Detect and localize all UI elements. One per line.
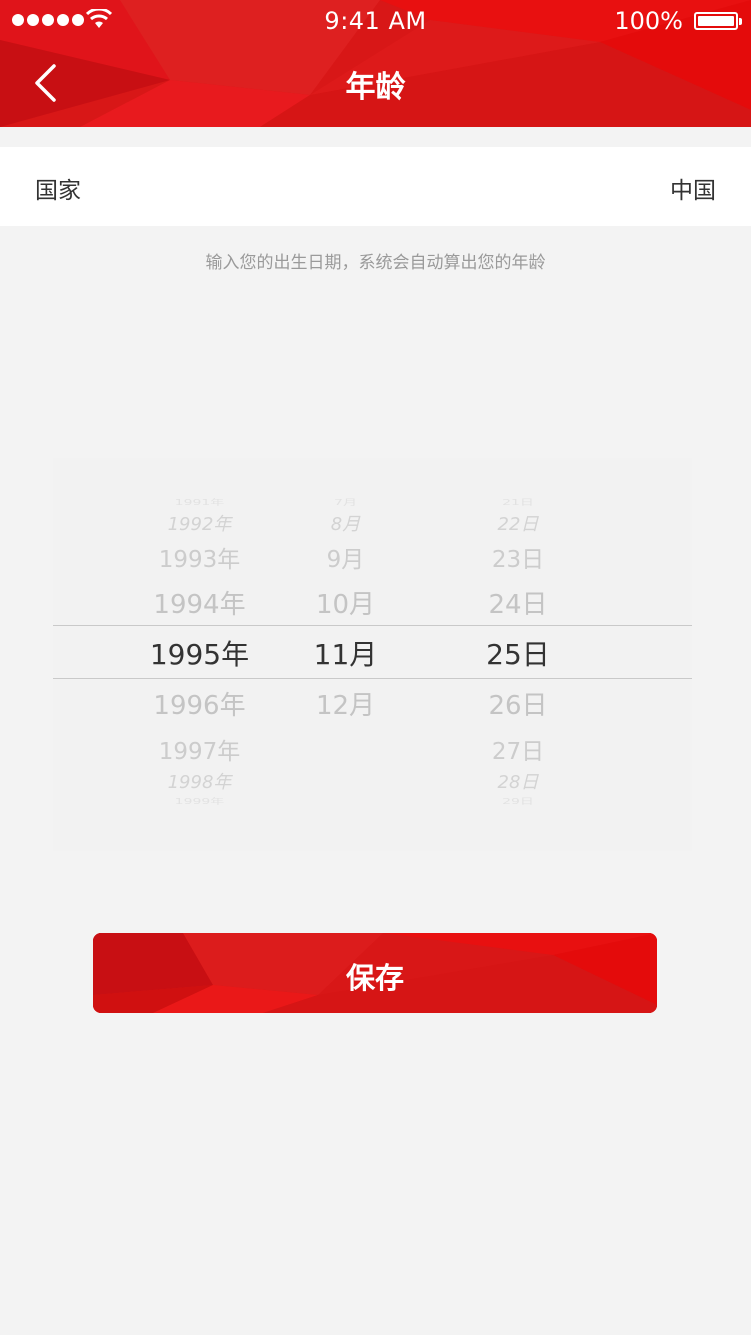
picker-day-item[interactable]: 28日 bbox=[468, 768, 568, 794]
picker-month-item[interactable]: 12月 bbox=[293, 685, 398, 722]
picker-day-item[interactable]: 24日 bbox=[468, 584, 568, 621]
country-value: 中国 bbox=[670, 178, 716, 204]
save-button-label: 保存 bbox=[345, 961, 404, 995]
picker-day-item[interactable]: 21日 bbox=[468, 497, 568, 508]
picker-day-item[interactable]: 23日 bbox=[468, 540, 568, 574]
country-row[interactable]: 国家 中国 bbox=[0, 147, 751, 226]
picker-day-item[interactable]: 26日 bbox=[468, 685, 568, 722]
picker-year-item[interactable]: 1996年 bbox=[123, 685, 276, 722]
picker-year-item[interactable]: 1992年 bbox=[123, 510, 276, 536]
picker-year-item[interactable]: 1993年 bbox=[123, 540, 276, 574]
day-wheel[interactable]: 21日 22日 23日 24日 25日 26日 27日 28日 29日 bbox=[468, 458, 568, 851]
status-bar: 9:41 AM 100% bbox=[0, 0, 751, 42]
picker-year-selected[interactable]: 1995年 bbox=[123, 633, 276, 673]
picker-day-item[interactable]: 27日 bbox=[468, 732, 568, 766]
save-button[interactable]: 保存 bbox=[93, 933, 657, 1013]
chevron-left-icon bbox=[35, 64, 56, 102]
picker-month-item[interactable]: 9月 bbox=[293, 540, 398, 574]
picker-year-item[interactable]: 1997年 bbox=[123, 732, 276, 766]
year-wheel[interactable]: 1991年 1992年 1993年 1994年 1995年 1996年 1997… bbox=[123, 458, 276, 851]
picker-day-item[interactable]: 29日 bbox=[468, 796, 568, 807]
picker-year-item[interactable]: 1998年 bbox=[123, 768, 276, 794]
picker-year-item[interactable]: 1999年 bbox=[123, 796, 276, 807]
picker-month-item[interactable]: 7月 bbox=[293, 497, 398, 508]
picker-month-item[interactable]: 10月 bbox=[293, 584, 398, 621]
picker-month-selected[interactable]: 11月 bbox=[293, 633, 398, 673]
picker-year-item[interactable]: 1994年 bbox=[123, 584, 276, 621]
battery-percent: 100% bbox=[614, 7, 683, 35]
month-wheel[interactable]: 7月 8月 9月 10月 11月 12月 bbox=[293, 458, 398, 851]
picker-day-selected[interactable]: 25日 bbox=[468, 633, 568, 673]
picker-year-item[interactable]: 1991年 bbox=[123, 497, 276, 508]
date-picker[interactable]: 1991年 1992年 1993年 1994年 1995年 1996年 1997… bbox=[53, 458, 692, 851]
age-screen: 9:41 AM 100% 年龄 国家 中国 输入您的出生日期，系统会自动算出您的… bbox=[0, 0, 751, 1335]
picker-day-item[interactable]: 22日 bbox=[468, 510, 568, 536]
back-button[interactable] bbox=[22, 58, 72, 108]
battery-icon bbox=[694, 12, 742, 30]
picker-month-item[interactable]: 8月 bbox=[293, 510, 398, 536]
header-bar: 9:41 AM 100% 年龄 bbox=[0, 0, 751, 127]
birthdate-hint: 输入您的出生日期，系统会自动算出您的年龄 bbox=[205, 253, 546, 273]
country-label: 国家 bbox=[35, 178, 81, 204]
